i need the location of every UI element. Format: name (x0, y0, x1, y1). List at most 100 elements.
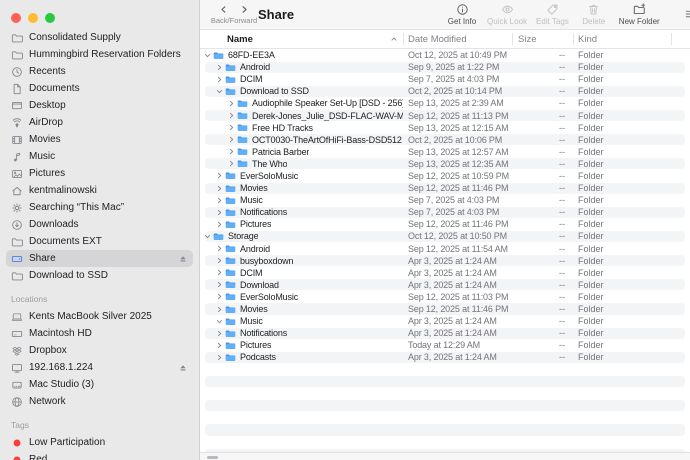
table-row[interactable]: Movies Sep 12, 2025 at 11:46 PM -- Folde… (200, 303, 690, 315)
table-row[interactable]: DCIM Sep 7, 2025 at 4:03 PM -- Folder (200, 73, 690, 85)
table-row[interactable]: Patricia Barber Sep 13, 2025 at 12:57 AM… (200, 146, 690, 158)
disclosure-chevron-icon[interactable] (216, 185, 223, 192)
table-row[interactable]: Derek-Jones_Julie_DSD-FLAC-WAV-MQA Sep 1… (200, 109, 690, 121)
disclosure-chevron-icon[interactable] (216, 88, 223, 95)
path-control-stub (207, 456, 218, 459)
sidebar-item-red[interactable]: Red (6, 451, 193, 460)
table-row[interactable]: 68FD-EE3A Oct 12, 2025 at 10:49 PM -- Fo… (200, 49, 690, 61)
table-row[interactable]: Music Sep 7, 2025 at 4:03 PM -- Folder (200, 194, 690, 206)
disclosure-chevron-icon[interactable] (216, 330, 223, 337)
sidebar-item-kents-macbook-silver-2025[interactable]: Kents MacBook Silver 2025 (6, 308, 193, 325)
sidebar-item-hummingbird-reservation-folders[interactable]: Hummingbird Reservation Folders (6, 46, 193, 63)
table-row[interactable]: Pictures Sep 12, 2025 at 11:46 PM -- Fol… (200, 218, 690, 230)
disclosure-chevron-icon[interactable] (216, 318, 223, 325)
quick-look-button[interactable]: Quick Look (487, 3, 527, 26)
disclosure-chevron-icon[interactable] (228, 124, 235, 131)
table-row[interactable]: DCIM Apr 3, 2025 at 1:24 AM -- Folder (200, 267, 690, 279)
sidebar-item-dropbox[interactable]: Dropbox (6, 342, 193, 359)
table-row[interactable]: The Who Sep 13, 2025 at 12:35 AM -- Fold… (200, 158, 690, 170)
sidebar-item-desktop[interactable]: Desktop (6, 97, 193, 114)
eject-icon[interactable] (178, 254, 188, 264)
sidebar-item-macintosh-hd[interactable]: Macintosh HD (6, 325, 193, 342)
disclosure-chevron-icon[interactable] (216, 209, 223, 216)
sidebar-item-label: Network (29, 396, 188, 407)
table-row[interactable]: Podcasts Apr 3, 2025 at 1:24 AM -- Folde… (200, 351, 690, 363)
sidebar-item-documents[interactable]: Documents (6, 80, 193, 97)
size-cell: -- (512, 86, 573, 96)
sidebar-item-192-168-1-224[interactable]: 192.168.1.224 (6, 359, 193, 376)
disclosure-chevron-icon[interactable] (216, 64, 223, 71)
sidebar-item-searching-this-mac[interactable]: Searching “This Mac” (6, 199, 193, 216)
disclosure-chevron-icon[interactable] (216, 342, 223, 349)
kind-cell: Folder (573, 256, 690, 266)
table-row[interactable]: Android Sep 12, 2025 at 11:54 AM -- Fold… (200, 243, 690, 255)
table-row[interactable]: Notifications Sep 7, 2025 at 4:03 PM -- … (200, 206, 690, 218)
sidebar-item-music[interactable]: Music (6, 148, 193, 165)
table-row[interactable]: busyboxdown Apr 3, 2025 at 1:24 AM -- Fo… (200, 255, 690, 267)
column-size[interactable]: Size (518, 34, 536, 45)
sidebar-item-label: Downloads (29, 219, 188, 230)
forward-icon[interactable] (240, 5, 249, 14)
table-row[interactable]: Download Apr 3, 2025 at 1:24 AM -- Folde… (200, 279, 690, 291)
file-name: Patricia Barber (252, 147, 309, 157)
disclosure-chevron-icon[interactable] (216, 257, 223, 264)
disclosure-chevron-icon[interactable] (216, 172, 223, 179)
table-row[interactable]: Notifications Apr 3, 2025 at 1:24 AM -- … (200, 327, 690, 339)
table-row[interactable]: Android Sep 9, 2025 at 1:22 PM -- Folder (200, 61, 690, 73)
disclosure-chevron-icon[interactable] (216, 281, 223, 288)
table-row[interactable]: Download to SSD Oct 2, 2025 at 10:14 PM … (200, 85, 690, 97)
table-row[interactable]: Free HD Tracks Sep 13, 2025 at 12:15 AM … (200, 122, 690, 134)
file-name: Podcasts (240, 352, 276, 362)
eject-icon[interactable] (178, 363, 188, 373)
sidebar-item-network[interactable]: Network (6, 393, 193, 410)
sidebar-item-kentmalinowski[interactable]: kentmalinowski (6, 182, 193, 199)
disclosure-chevron-icon[interactable] (228, 100, 235, 107)
sidebar-item-pictures[interactable]: Pictures (6, 165, 193, 182)
edit-tags-button[interactable]: Edit Tags (536, 3, 569, 26)
sidebar-item-recents[interactable]: Recents (6, 63, 193, 80)
more-toolbar-icon[interactable] (684, 8, 690, 20)
disclosure-chevron-icon[interactable] (204, 52, 211, 59)
disclosure-chevron-icon[interactable] (228, 148, 235, 155)
column-date-modified[interactable]: Date Modified (408, 34, 467, 45)
sidebar-item-low-participation[interactable]: Low Participation (6, 434, 193, 451)
get-info-button[interactable]: Get Info (446, 3, 478, 26)
disclosure-chevron-icon[interactable] (228, 160, 235, 167)
table-row[interactable]: EverSoloMusic Sep 12, 2025 at 11:03 PM -… (200, 291, 690, 303)
disclosure-chevron-icon[interactable] (216, 221, 223, 228)
disclosure-chevron-icon[interactable] (216, 245, 223, 252)
table-row[interactable]: Movies Sep 12, 2025 at 11:46 PM -- Folde… (200, 182, 690, 194)
sidebar-item-consolidated-supply[interactable]: Consolidated Supply (6, 29, 193, 46)
sidebar-item-movies[interactable]: Movies (6, 131, 193, 148)
column-name[interactable]: Name (227, 34, 253, 45)
disclosure-chevron-icon[interactable] (216, 76, 223, 83)
disclosure-chevron-icon[interactable] (216, 197, 223, 204)
minimize-window-button[interactable] (28, 13, 38, 23)
disclosure-chevron-icon[interactable] (216, 293, 223, 300)
table-row[interactable]: Storage Oct 12, 2025 at 10:50 PM -- Fold… (200, 230, 690, 242)
disclosure-chevron-icon[interactable] (228, 136, 235, 143)
new-folder-button[interactable]: New Folder (619, 3, 660, 26)
disclosure-chevron-icon[interactable] (204, 233, 211, 240)
table-row[interactable]: Music Apr 3, 2025 at 1:24 AM -- Folder (200, 315, 690, 327)
name-cell: Music (200, 316, 403, 327)
disclosure-chevron-icon[interactable] (216, 354, 223, 361)
sidebar-item-share[interactable]: Share (6, 250, 193, 267)
zoom-window-button[interactable] (45, 13, 55, 23)
column-kind[interactable]: Kind (578, 34, 597, 45)
sidebar-item-downloads[interactable]: Downloads (6, 216, 193, 233)
table-row[interactable]: Audiophile Speaker Set-Up [DSD - 256] Se… (200, 97, 690, 109)
table-row[interactable]: Pictures Today at 12:29 AM -- Folder (200, 339, 690, 351)
disclosure-chevron-icon[interactable] (216, 306, 223, 313)
disclosure-chevron-icon[interactable] (216, 269, 223, 276)
sidebar-item-download-to-ssd[interactable]: Download to SSD (6, 267, 193, 284)
back-icon[interactable] (219, 5, 228, 14)
table-row[interactable]: EverSoloMusic Sep 12, 2025 at 10:59 PM -… (200, 170, 690, 182)
table-row[interactable]: OCT0030-TheArtOfHiFi-Bass-DSD512 Oct 2, … (200, 134, 690, 146)
sidebar-item-documents-ext[interactable]: Documents EXT (6, 233, 193, 250)
sidebar-item-airdrop[interactable]: AirDrop (6, 114, 193, 131)
sidebar-item-mac-studio-3[interactable]: Mac Studio (3) (6, 376, 193, 393)
disclosure-chevron-icon[interactable] (228, 112, 235, 119)
close-window-button[interactable] (11, 13, 21, 23)
delete-button[interactable]: Delete (578, 3, 610, 26)
